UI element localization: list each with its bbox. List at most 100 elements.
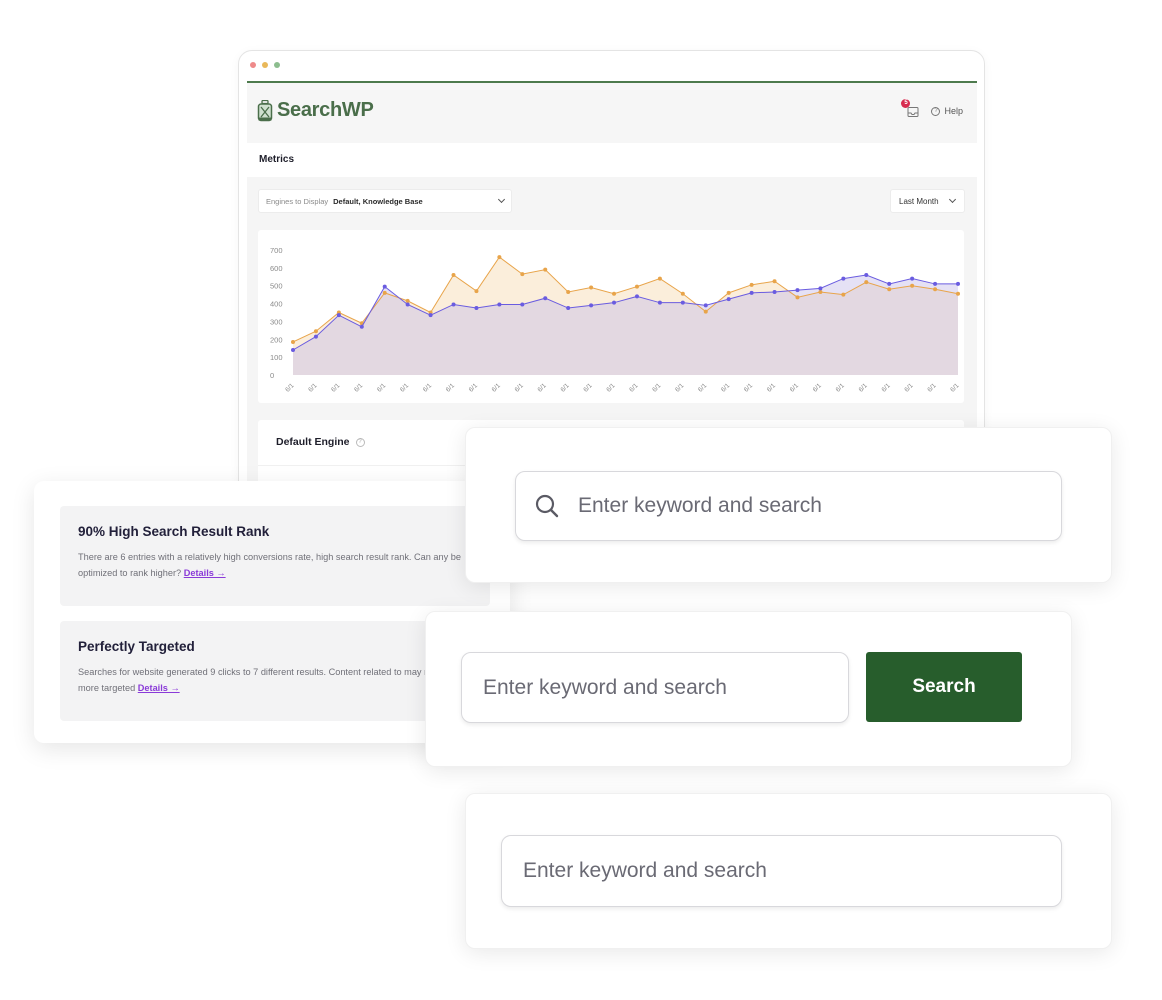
- data-point: [382, 290, 387, 295]
- header-actions: 5 ? Help: [901, 99, 963, 117]
- data-point: [451, 302, 456, 307]
- x-tick-label: 6/1: [559, 382, 571, 394]
- minimize-dot[interactable]: [262, 62, 268, 68]
- data-point: [313, 329, 318, 334]
- insight-text: There are 6 entries with a relatively hi…: [78, 549, 472, 581]
- data-point: [291, 339, 295, 344]
- data-point: [910, 276, 915, 281]
- search-example-with-icon: Enter keyword and search: [465, 427, 1112, 583]
- data-point: [772, 289, 777, 294]
- help-circle-icon[interactable]: ?: [355, 437, 365, 447]
- help-link[interactable]: ? Help: [931, 106, 963, 116]
- x-tick-label: 6/1: [330, 382, 342, 394]
- search-placeholder: Enter keyword and search: [523, 859, 767, 882]
- chart-svg: 0 100 200 300 400 500 600 700 6/1 6/1 6/1 6/1 6/1 6/1…: [270, 246, 961, 394]
- data-point: [566, 306, 571, 311]
- x-tick-label: 6/1: [674, 382, 686, 394]
- data-point: [703, 303, 708, 308]
- search-example-with-button: Enter keyword and search Search: [425, 611, 1072, 767]
- search-button[interactable]: Search: [866, 652, 1022, 722]
- logo[interactable]: SearchWP: [257, 99, 374, 122]
- period-select[interactable]: Last Month: [890, 189, 965, 213]
- x-tick-label: 6/1: [903, 382, 915, 394]
- search-input[interactable]: Enter keyword and search: [461, 652, 849, 723]
- data-point: [428, 313, 433, 318]
- data-point: [497, 302, 502, 307]
- engines-label: Engines to Display: [266, 196, 329, 206]
- data-point: [657, 300, 662, 305]
- window-controls: [250, 62, 280, 68]
- data-point: [933, 287, 938, 292]
- insight-title: 90% High Search Result Rank: [78, 524, 270, 539]
- x-tick-label: 6/1: [422, 382, 434, 394]
- data-point: [497, 255, 502, 260]
- y-tick-label: 0: [270, 371, 274, 380]
- data-point: [864, 280, 869, 285]
- help-icon: ?: [931, 106, 941, 116]
- maximize-dot[interactable]: [274, 62, 280, 68]
- data-point: [474, 306, 479, 311]
- details-link[interactable]: Details →: [184, 568, 226, 578]
- x-tick-label: 6/1: [835, 382, 847, 394]
- y-tick-label: 400: [270, 300, 283, 309]
- x-tick-label: 6/1: [697, 382, 709, 394]
- x-tick-label: 6/1: [284, 382, 296, 394]
- data-point: [910, 283, 915, 288]
- x-tick-label: 6/1: [582, 382, 594, 394]
- insight-text: Searches for website generated 9 clicks …: [78, 664, 472, 696]
- x-tick-label: 6/1: [766, 382, 778, 394]
- data-point: [589, 285, 594, 290]
- engine-title-text: Default Engine: [276, 436, 350, 448]
- data-point: [795, 288, 800, 293]
- help-label: Help: [944, 106, 963, 116]
- data-point: [726, 290, 731, 295]
- data-point: [772, 279, 777, 284]
- x-tick-label: 6/1: [743, 382, 755, 394]
- close-dot[interactable]: [250, 62, 256, 68]
- search-input[interactable]: Enter keyword and search: [501, 835, 1062, 907]
- data-point: [818, 289, 823, 294]
- y-tick-label: 300: [270, 317, 283, 326]
- engine-title: Default Engine ?: [276, 436, 365, 448]
- x-tick-label: 6/1: [812, 382, 824, 394]
- insight-title: Perfectly Targeted: [78, 639, 195, 654]
- details-link[interactable]: Details →: [138, 683, 180, 693]
- data-point: [680, 300, 685, 305]
- data-point: [474, 289, 479, 294]
- x-tick-label: 6/1: [491, 382, 503, 394]
- search-placeholder: Enter keyword and search: [578, 494, 822, 517]
- data-point: [634, 284, 639, 289]
- data-point: [841, 292, 846, 297]
- search-placeholder: Enter keyword and search: [483, 675, 727, 699]
- search-icon: [535, 494, 559, 518]
- engines-select[interactable]: Engines to Display Default, Knowledge Ba…: [258, 189, 512, 213]
- data-point: [359, 324, 364, 329]
- x-tick-label: 6/1: [949, 382, 961, 394]
- x-tick-label: 6/1: [720, 382, 732, 394]
- data-point: [589, 303, 594, 308]
- notifications-button[interactable]: 5: [901, 99, 919, 117]
- x-tick-label: 6/1: [880, 382, 892, 394]
- engines-value: Default, Knowledge Base: [333, 196, 423, 206]
- data-point: [336, 313, 341, 318]
- x-tick-label: 6/1: [399, 382, 411, 394]
- data-point: [520, 272, 525, 277]
- y-tick-label: 100: [270, 353, 283, 362]
- y-tick-label: 600: [270, 264, 283, 273]
- data-point: [887, 287, 892, 292]
- data-point: [956, 291, 960, 296]
- lantern-icon: [257, 99, 273, 121]
- metrics-chart: 0 100 200 300 400 500 600 700 6/1 6/1 6/1 6/1 6/1 6/1…: [258, 230, 964, 403]
- data-point: [451, 273, 456, 277]
- search-input[interactable]: Enter keyword and search: [515, 471, 1062, 541]
- data-point: [818, 286, 823, 291]
- brand-name: SearchWP: [277, 99, 374, 121]
- x-tick-label: 6/1: [926, 382, 938, 394]
- data-point: [405, 298, 410, 303]
- period-value: Last Month: [899, 196, 939, 206]
- x-tick-label: 6/1: [537, 382, 549, 394]
- y-tick-label: 500: [270, 282, 283, 291]
- x-tick-label: 6/1: [858, 382, 870, 394]
- x-tick-label: 6/1: [651, 382, 663, 394]
- data-point: [657, 276, 662, 281]
